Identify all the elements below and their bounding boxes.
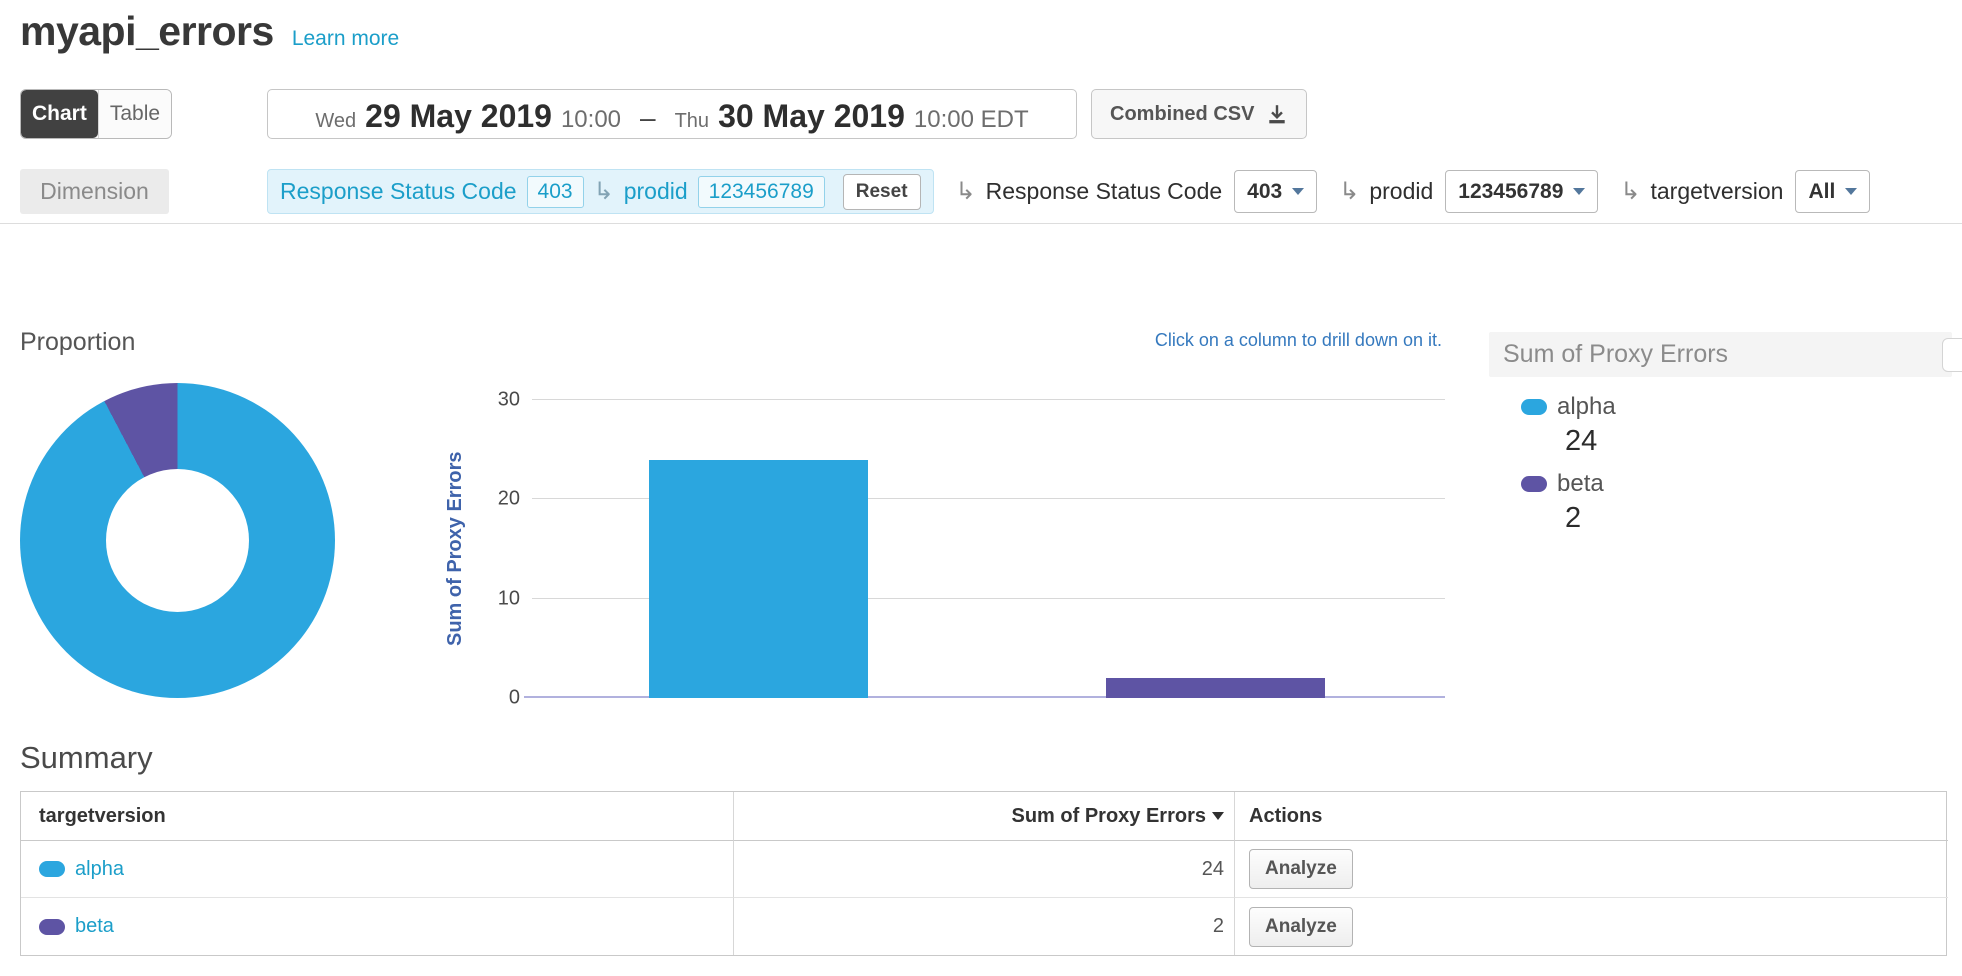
table-row: alpha [21, 841, 733, 898]
chart-tab-button[interactable]: Chart [21, 90, 98, 138]
summary-table: targetversion Sum of Proxy Errors Action… [20, 791, 1947, 956]
proportion-title: Proportion [20, 328, 135, 357]
table-tab-button[interactable]: Table [98, 90, 171, 138]
combined-csv-button[interactable]: Combined CSV [1091, 89, 1307, 139]
drilldown-label-targetversion: targetversion [1651, 178, 1784, 205]
legend-item-value: 24 [1565, 421, 1952, 470]
legend-item-label: beta [1557, 470, 1604, 498]
date-range-end-day: Thu [675, 110, 709, 133]
date-range-start-day: Wed [315, 110, 356, 133]
analyze-button-beta[interactable]: Analyze [1249, 907, 1353, 947]
drilldown-label-response-status-code: Response Status Code [986, 178, 1223, 205]
legend-item-label: alpha [1557, 393, 1616, 421]
breadcrumb-crumb-value[interactable]: 403 [527, 176, 584, 208]
section-divider [0, 223, 1962, 224]
beta-link[interactable]: beta [75, 915, 114, 938]
date-range-start-time: 10:00 [561, 106, 621, 134]
gridline [532, 399, 1445, 400]
reset-button[interactable]: Reset [843, 174, 921, 210]
drilldown-select-prodid[interactable]: 123456789 [1445, 170, 1598, 213]
column-header-actions: Actions [1234, 792, 1948, 841]
drill-arrow-icon: ↳ [1620, 180, 1640, 204]
dimension-label: Dimension [20, 169, 169, 214]
report-page: myapi_errors Learn more Chart Table Wed … [0, 0, 1962, 976]
bar-chart: 0102030 [532, 400, 1445, 698]
beta-value-cell: 2 [733, 898, 1234, 955]
donut-hole [106, 469, 249, 612]
legend-item: beta 2 [1521, 470, 1952, 547]
breadcrumb-crumb-value[interactable]: 123456789 [698, 176, 825, 208]
drill-arrow-icon: ↳ [956, 180, 976, 204]
y-tick-label: 30 [480, 389, 520, 412]
drilldown-label-prodid: prodid [1369, 178, 1433, 205]
legend-header: Sum of Proxy Errors [1489, 332, 1952, 377]
view-toggle: Chart Table [20, 89, 172, 139]
y-tick-label: 20 [480, 488, 520, 511]
summary-title: Summary [20, 740, 153, 776]
legend-item-value: 2 [1565, 498, 1952, 547]
drill-hint: Click on a column to drill down on it. [532, 330, 1442, 351]
legend-panel: Sum of Proxy Errors alpha 24 beta 2 [1489, 332, 1952, 547]
analyze-button-alpha[interactable]: Analyze [1249, 849, 1353, 889]
column-header-label: Actions [1249, 805, 1322, 828]
sort-caret-icon [1212, 812, 1224, 820]
date-range-start-date: 29 May 2019 [365, 98, 552, 135]
drilldown-selected-value: All [1808, 180, 1835, 204]
drilldown-selected-value: 403 [1247, 180, 1282, 204]
learn-more-link[interactable]: Learn more [292, 27, 399, 51]
date-range-picker[interactable]: Wed 29 May 2019 10:00 – Thu 30 May 2019 … [267, 89, 1077, 139]
combined-csv-label: Combined CSV [1110, 103, 1254, 126]
beta-swatch [1521, 476, 1547, 492]
date-range-end-time: 10:00 EDT [914, 106, 1029, 134]
column-header-sum-of-proxy-errors[interactable]: Sum of Proxy Errors [733, 792, 1234, 841]
download-icon [1266, 103, 1288, 125]
date-range-separator: – [640, 102, 656, 134]
breadcrumb-crumb-label[interactable]: Response Status Code [280, 178, 517, 205]
page-title: myapi_errors [20, 8, 274, 55]
breadcrumb-crumb-label[interactable]: prodid [624, 178, 688, 205]
y-tick-label: 0 [480, 687, 520, 710]
legend-item: alpha 24 [1521, 393, 1952, 470]
chevron-down-icon [1845, 188, 1857, 195]
chevron-down-icon [1573, 188, 1585, 195]
drilldown-select-targetversion[interactable]: All [1795, 170, 1870, 213]
legend-title: Sum of Proxy Errors [1503, 340, 1728, 369]
drilldown-selected-value: 123456789 [1458, 180, 1563, 204]
y-axis-title: Sum of Proxy Errors [444, 400, 467, 698]
donut-chart[interactable] [20, 383, 335, 698]
alpha-link[interactable]: alpha [75, 858, 124, 881]
y-tick-label: 10 [480, 587, 520, 610]
drill-arrow-icon: ↳ [1339, 180, 1359, 204]
table-row: beta [21, 898, 733, 955]
column-header-label: Sum of Proxy Errors [1011, 805, 1206, 828]
bar-beta[interactable] [1106, 678, 1325, 698]
drill-breadcrumb: Response Status Code 403 ↳ prodid 123456… [267, 169, 934, 214]
legend-collapse-button[interactable] [1942, 338, 1962, 372]
alpha-swatch [39, 861, 65, 877]
header: myapi_errors Learn more [20, 8, 399, 55]
legend-items: alpha 24 beta 2 [1489, 377, 1952, 547]
column-header-targetversion: targetversion [21, 792, 733, 841]
chevron-down-icon [1292, 188, 1304, 195]
alpha-value-cell: 24 [733, 841, 1234, 898]
drilldown-select-response-status-code[interactable]: 403 [1234, 170, 1317, 213]
bar-alpha[interactable] [649, 460, 868, 698]
date-range-end-date: 30 May 2019 [718, 98, 905, 135]
beta-swatch [39, 919, 65, 935]
drill-arrow-icon: ↳ [594, 180, 614, 204]
beta-actions-cell: Analyze [1234, 898, 1948, 955]
alpha-actions-cell: Analyze [1234, 841, 1948, 898]
column-header-label: targetversion [39, 805, 166, 828]
filter-row: Dimension Response Status Code 403 ↳ pro… [20, 169, 1870, 214]
alpha-swatch [1521, 399, 1547, 415]
